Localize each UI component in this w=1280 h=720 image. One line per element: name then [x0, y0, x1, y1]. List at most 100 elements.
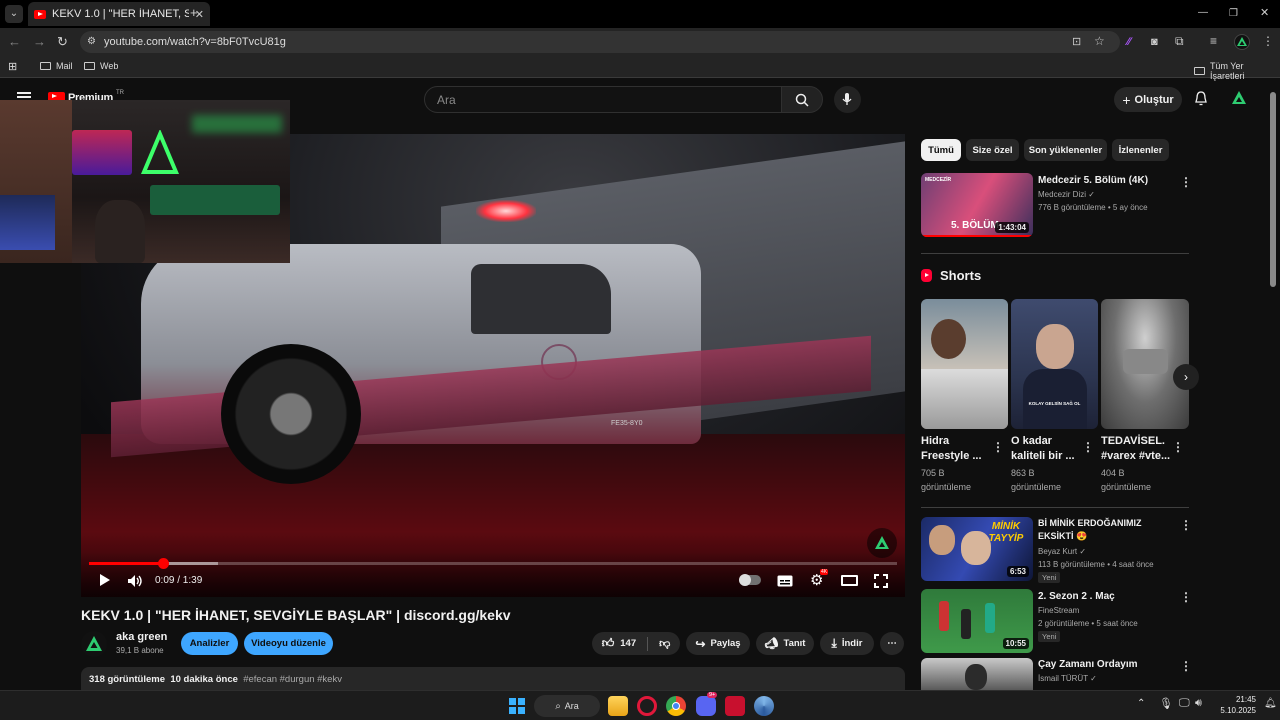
- search-input[interactable]: Ara: [424, 86, 782, 113]
- chrome-icon[interactable]: [666, 696, 686, 716]
- browser-menu-icon[interactable]: ⋮: [1262, 34, 1274, 48]
- bookmark-web[interactable]: Web: [84, 61, 118, 71]
- extension-purple-icon[interactable]: ∕∕: [1127, 35, 1131, 49]
- edit-video-button[interactable]: Videoyu düzenle: [244, 632, 333, 655]
- notifications-bell-icon[interactable]: [1194, 91, 1208, 112]
- chip-all[interactable]: Tümü: [921, 139, 961, 161]
- video-channel[interactable]: FineStream: [1038, 605, 1079, 616]
- fullscreen-icon[interactable]: [874, 574, 888, 591]
- video-thumbnail[interactable]: [921, 658, 1033, 690]
- progress-scrubber[interactable]: [157, 558, 169, 569]
- download-label: İndir: [841, 638, 863, 649]
- bookmark-mail[interactable]: Mail: [40, 61, 73, 71]
- tab-youtube[interactable]: KEKV 1.0 | "HER İHANET, SEVGİ ✕: [28, 2, 210, 26]
- thumbnail-overlay-text: MİNİK TAYYİP: [988, 521, 1024, 544]
- bookmark-star-icon[interactable]: ☆: [1094, 34, 1105, 48]
- more-vertical-icon[interactable]: ⋮: [1172, 440, 1184, 454]
- chip-watched[interactable]: İzlenenler: [1112, 139, 1169, 161]
- tray-clock[interactable]: 21:45 5.10.2025: [1212, 694, 1256, 716]
- url-field[interactable]: ⚙ youtube.com/watch?v=8bF0TvcU81g ⊡ ☆: [80, 31, 1120, 53]
- progress-bar[interactable]: [89, 558, 897, 569]
- install-app-icon[interactable]: ⊡: [1072, 35, 1081, 48]
- video-channel[interactable]: İsmail TÜRÜT ✓: [1038, 673, 1097, 684]
- page-scrollbar[interactable]: [1270, 92, 1276, 287]
- account-avatar[interactable]: [1230, 89, 1248, 112]
- short-thumbnail[interactable]: [1101, 299, 1189, 429]
- forward-icon[interactable]: →: [33, 35, 46, 49]
- video-channel[interactable]: Medcezir Dizi ✓: [1038, 189, 1095, 200]
- all-bookmarks[interactable]: Tüm Yer İşaretleri: [1194, 61, 1280, 81]
- more-vertical-icon[interactable]: ⋮: [1180, 590, 1192, 604]
- media-controls-icon[interactable]: ≡: [1210, 34, 1217, 48]
- channel-name[interactable]: aka green: [116, 631, 167, 643]
- tab-list-icon[interactable]: ⌄: [5, 5, 23, 23]
- reload-icon[interactable]: ↻: [57, 35, 68, 49]
- theater-mode-icon[interactable]: [841, 575, 858, 586]
- taskbar-search[interactable]: ⌕ Ara: [534, 695, 600, 717]
- back-icon[interactable]: ←: [8, 35, 21, 49]
- notification-bell-icon[interactable]: 🔔︎: [1264, 698, 1277, 709]
- apps-grid-icon[interactable]: ⊞: [8, 60, 17, 73]
- short-title[interactable]: O kadar kaliteli bir ...: [1011, 434, 1087, 464]
- tray-network-icon[interactable]: 🖵: [1179, 697, 1190, 710]
- windows-start-icon[interactable]: [509, 698, 525, 714]
- app-red-icon[interactable]: [725, 696, 745, 716]
- shorts-next-button[interactable]: ›: [1173, 364, 1199, 390]
- more-vertical-icon[interactable]: ⋮: [1180, 175, 1192, 189]
- analytics-button[interactable]: Analizler: [181, 632, 238, 655]
- camera-extension-icon[interactable]: ◙: [1151, 35, 1158, 49]
- short-title[interactable]: TEDAVİSEL. #varex #vte...: [1101, 434, 1177, 464]
- video-meta: 113 B görüntüleme • 4 saat önce: [1038, 560, 1154, 569]
- chip-for-you[interactable]: Size özel: [966, 139, 1019, 161]
- settings-gear-icon[interactable]: ⚙ 4K: [810, 569, 829, 589]
- app-blue-icon[interactable]: [754, 696, 774, 716]
- video-title[interactable]: Çay Zamanı Ordayım: [1038, 658, 1174, 671]
- region-code: TR: [115, 90, 124, 96]
- like-button[interactable]: 👍︎ 147: [602, 636, 636, 651]
- more-vertical-icon[interactable]: ⋮: [1082, 440, 1094, 454]
- more-vertical-icon[interactable]: ⋮: [1180, 518, 1192, 532]
- restore-icon[interactable]: ❐: [1229, 7, 1238, 21]
- short-thumbnail[interactable]: KOLAY GELSİN SAĞ OL: [1011, 299, 1098, 429]
- short-thumbnail[interactable]: [921, 299, 1008, 429]
- voice-search-button[interactable]: [834, 86, 861, 113]
- more-vertical-icon[interactable]: ⋮: [1180, 659, 1192, 673]
- short-title[interactable]: Hidra Freestyle ...: [921, 434, 997, 464]
- discord-icon[interactable]: 9+: [696, 692, 718, 716]
- video-title[interactable]: 2. Sezon 2 . Maç: [1038, 590, 1174, 603]
- short-overlay-text: KOLAY GELSİN SAĞ OL: [1028, 401, 1081, 406]
- channel-avatar[interactable]: [81, 631, 107, 657]
- minimize-icon[interactable]: —: [1198, 6, 1208, 20]
- search-button[interactable]: [781, 86, 823, 113]
- profile-avatar-icon[interactable]: [1234, 34, 1250, 50]
- hashtags[interactable]: #efecan #durgun #kekv: [243, 674, 342, 685]
- opera-gx-icon[interactable]: [637, 696, 657, 716]
- create-button[interactable]: + Oluştur: [1114, 87, 1182, 112]
- video-thumbnail[interactable]: MİNİK TAYYİP 6:53: [921, 517, 1033, 581]
- promote-button[interactable]: 📣︎ Tanıt: [756, 632, 814, 655]
- more-vertical-icon[interactable]: ⋮: [992, 440, 1004, 454]
- new-tab-icon[interactable]: +: [190, 6, 198, 20]
- more-actions-button[interactable]: ⋯: [880, 632, 904, 655]
- video-thumbnail[interactable]: 10:55: [921, 589, 1033, 653]
- download-button[interactable]: ⤓ İndir: [820, 632, 874, 655]
- video-title[interactable]: Medcezir 5. Bölüm (4K): [1038, 174, 1168, 187]
- volume-icon[interactable]: [127, 574, 143, 591]
- video-title[interactable]: Bİ MİNİK ERDOĞANIMIZ EKSİKTİ 😍: [1038, 517, 1174, 543]
- tray-volume-icon[interactable]: 🔊︎: [1195, 697, 1202, 710]
- tray-chevron-icon[interactable]: ⌃: [1137, 698, 1145, 709]
- window-close-icon[interactable]: ✕: [1260, 6, 1269, 20]
- play-icon[interactable]: [99, 573, 111, 590]
- video-channel[interactable]: Beyaz Kurt ✓: [1038, 546, 1086, 557]
- short-views: 705 B görüntüleme: [921, 468, 972, 492]
- extensions-puzzle-icon[interactable]: ⧉: [1175, 34, 1184, 48]
- subtitles-icon[interactable]: [777, 574, 793, 590]
- share-button[interactable]: ↪ Paylaş: [686, 632, 750, 655]
- video-thumbnail[interactable]: MEDCEZİR 5. BÖLÜM 1:43:04: [921, 173, 1033, 237]
- thumbs-down-icon[interactable]: 👎︎: [659, 637, 670, 650]
- chip-recent[interactable]: Son yüklenenler: [1024, 139, 1107, 161]
- autoplay-toggle[interactable]: [739, 574, 761, 586]
- file-explorer-icon[interactable]: [608, 696, 628, 716]
- tray-microphone-icon[interactable]: 🎙︎: [1159, 697, 1173, 710]
- site-info-icon[interactable]: ⚙: [87, 36, 96, 47]
